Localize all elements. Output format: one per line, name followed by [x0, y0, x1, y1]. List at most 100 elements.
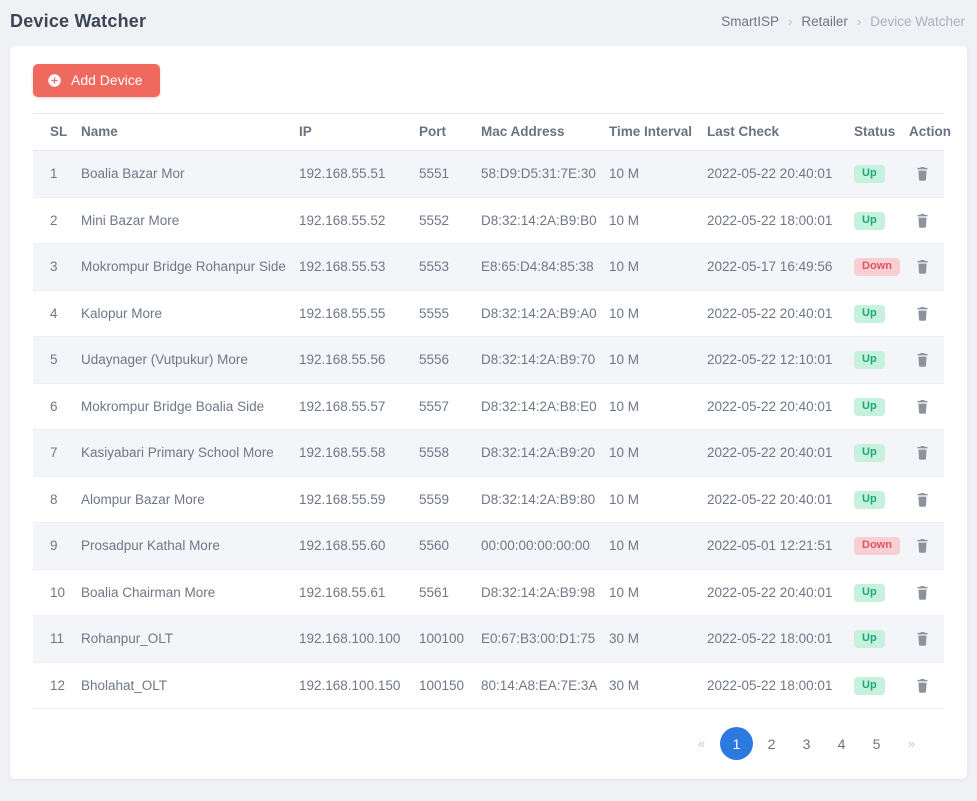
table-row: 9 Prosadpur Kathal More 192.168.55.60 55…	[33, 523, 944, 570]
cell-mac: D8:32:14:2A:B9:80	[473, 476, 601, 523]
delete-device-button[interactable]	[911, 441, 934, 464]
status-badge: Up	[854, 398, 885, 416]
pagination-page-button-3[interactable]: 3	[790, 727, 823, 760]
cell-action	[901, 197, 944, 244]
cell-name: Mini Bazar More	[73, 197, 291, 244]
table-row: 5 Udaynager (Vutpukur) More 192.168.55.5…	[33, 337, 944, 384]
cell-port: 5551	[411, 151, 473, 198]
pagination-prev-button[interactable]: «	[685, 727, 718, 760]
cell-sl: 2	[33, 197, 73, 244]
cell-name: Mokrompur Bridge Rohanpur Side	[73, 244, 291, 291]
cell-mac: 80:14:A8:EA:7E:3A	[473, 662, 601, 709]
cell-time-interval: 10 M	[601, 290, 699, 337]
delete-device-button[interactable]	[911, 302, 934, 325]
cell-status: Up	[846, 151, 901, 198]
trash-icon	[915, 537, 930, 554]
cell-name: Prosadpur Kathal More	[73, 523, 291, 570]
cell-name: Kasiyabari Primary School More	[73, 430, 291, 477]
trash-icon	[915, 584, 930, 601]
cell-status: Up	[846, 430, 901, 477]
cell-port: 5555	[411, 290, 473, 337]
status-badge: Up	[854, 491, 885, 509]
cell-action	[901, 662, 944, 709]
trash-icon	[915, 212, 930, 229]
cell-sl: 5	[33, 337, 73, 384]
cell-name: Boalia Bazar Mor	[73, 151, 291, 198]
column-header-mac: Mac Address	[473, 114, 601, 151]
cell-ip: 192.168.100.100	[291, 616, 411, 663]
cell-mac: E0:67:B3:00:D1:75	[473, 616, 601, 663]
cell-action	[901, 290, 944, 337]
column-header-action: Action	[901, 114, 944, 151]
cell-mac: D8:32:14:2A:B8:E0	[473, 383, 601, 430]
cell-time-interval: 10 M	[601, 151, 699, 198]
cell-last-check: 2022-05-22 18:00:01	[699, 662, 846, 709]
cell-sl: 11	[33, 616, 73, 663]
page-title: Device Watcher	[10, 11, 146, 32]
cell-ip: 192.168.55.61	[291, 569, 411, 616]
cell-last-check: 2022-05-22 18:00:01	[699, 616, 846, 663]
table-row: 7 Kasiyabari Primary School More 192.168…	[33, 430, 944, 477]
cell-mac: D8:32:14:2A:B9:98	[473, 569, 601, 616]
delete-device-button[interactable]	[911, 255, 934, 278]
cell-port: 5561	[411, 569, 473, 616]
chevron-right-icon: ›	[788, 14, 792, 29]
cell-ip: 192.168.55.56	[291, 337, 411, 384]
trash-icon	[915, 398, 930, 415]
cell-last-check: 2022-05-22 20:40:01	[699, 476, 846, 523]
pagination-page-button-1[interactable]: 1	[720, 727, 753, 760]
device-watcher-card: Add Device SL Name IP Port Mac Address T…	[10, 46, 967, 779]
column-header-status: Status	[846, 114, 901, 151]
column-header-interval: Time Interval	[601, 114, 699, 151]
cell-sl: 8	[33, 476, 73, 523]
cell-status: Up	[846, 337, 901, 384]
pagination-page-button-4[interactable]: 4	[825, 727, 858, 760]
topbar: Device Watcher SmartISP › Retailer › Dev…	[0, 0, 977, 44]
status-badge: Up	[854, 584, 885, 602]
cell-name: Alompur Bazar More	[73, 476, 291, 523]
delete-device-button[interactable]	[911, 395, 934, 418]
cell-status: Down	[846, 244, 901, 291]
device-table-header: SL Name IP Port Mac Address Time Interva…	[33, 114, 944, 151]
cell-ip: 192.168.55.52	[291, 197, 411, 244]
status-badge: Up	[854, 212, 885, 230]
cell-mac: D8:32:14:2A:B9:70	[473, 337, 601, 384]
cell-sl: 1	[33, 151, 73, 198]
delete-device-button[interactable]	[911, 534, 934, 557]
plus-circle-icon	[47, 73, 62, 88]
column-header-port: Port	[411, 114, 473, 151]
delete-device-button[interactable]	[911, 674, 934, 697]
table-row: 3 Mokrompur Bridge Rohanpur Side 192.168…	[33, 244, 944, 291]
cell-name: Bholahat_OLT	[73, 662, 291, 709]
cell-action	[901, 476, 944, 523]
cell-status: Up	[846, 290, 901, 337]
breadcrumb-smartisp[interactable]: SmartISP	[721, 14, 779, 29]
trash-icon	[915, 258, 930, 275]
cell-status: Up	[846, 383, 901, 430]
pagination-page-button-2[interactable]: 2	[755, 727, 788, 760]
cell-port: 5558	[411, 430, 473, 477]
cell-ip: 192.168.55.55	[291, 290, 411, 337]
delete-device-button[interactable]	[911, 488, 934, 511]
status-badge: Up	[854, 165, 885, 183]
delete-device-button[interactable]	[911, 162, 934, 185]
pagination-next-button[interactable]: »	[895, 727, 928, 760]
delete-device-button[interactable]	[911, 348, 934, 371]
cell-action	[901, 337, 944, 384]
breadcrumb-device-watcher: Device Watcher	[870, 14, 965, 29]
delete-device-button[interactable]	[911, 209, 934, 232]
trash-icon	[915, 444, 930, 461]
cell-name: Udaynager (Vutpukur) More	[73, 337, 291, 384]
cell-time-interval: 10 M	[601, 337, 699, 384]
delete-device-button[interactable]	[911, 627, 934, 650]
cell-action	[901, 430, 944, 477]
cell-last-check: 2022-05-22 20:40:01	[699, 430, 846, 477]
column-header-last-check: Last Check	[699, 114, 846, 151]
delete-device-button[interactable]	[911, 581, 934, 604]
breadcrumb-retailer[interactable]: Retailer	[801, 14, 848, 29]
cell-ip: 192.168.55.53	[291, 244, 411, 291]
cell-last-check: 2022-05-22 20:40:01	[699, 569, 846, 616]
trash-icon	[915, 630, 930, 647]
add-device-button[interactable]: Add Device	[33, 64, 160, 97]
pagination-page-button-5[interactable]: 5	[860, 727, 893, 760]
